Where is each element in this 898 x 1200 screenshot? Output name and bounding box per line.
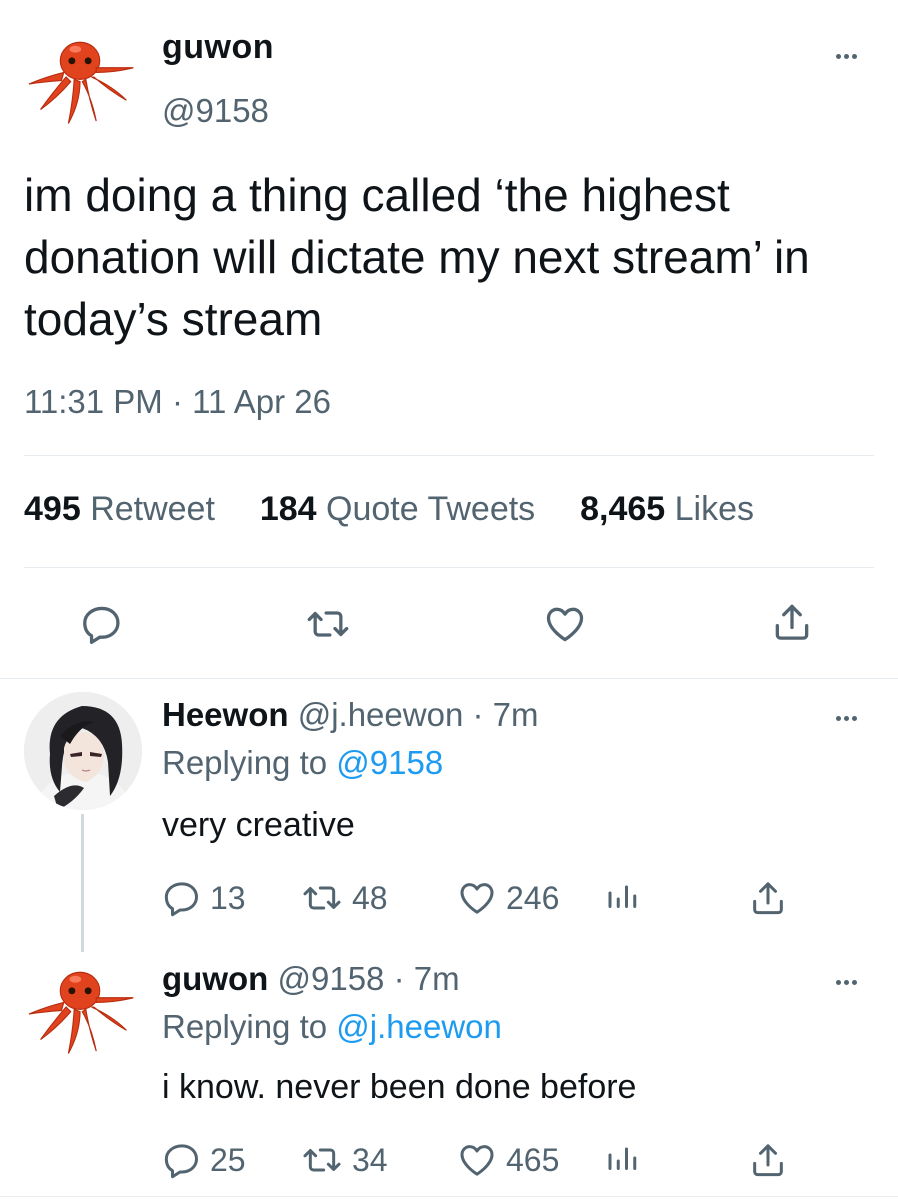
reply-display-name[interactable]: Heewon xyxy=(162,696,289,733)
reply-actions: 25 34 465 xyxy=(162,1140,802,1180)
reply-display-name[interactable]: guwon xyxy=(162,960,268,997)
heart-icon xyxy=(456,878,498,918)
share-button[interactable] xyxy=(748,1140,788,1180)
reply-icon[interactable] xyxy=(80,602,124,646)
divider xyxy=(24,455,874,456)
replying-prefix: Replying to xyxy=(162,744,328,781)
reply-time[interactable]: · 7m xyxy=(472,696,538,733)
likes-label: Likes xyxy=(674,490,755,528)
main-tweet-timestamp[interactable]: 11:31 PM · 11 Apr 26 xyxy=(24,383,331,421)
reply-text: very creative xyxy=(162,806,355,844)
more-icon[interactable] xyxy=(836,716,857,721)
analytics-button[interactable] xyxy=(604,878,640,914)
anime-avatar-icon xyxy=(24,692,142,810)
retweets-count: 495 xyxy=(24,490,81,528)
like-count: 246 xyxy=(506,879,560,916)
analytics-icon xyxy=(604,1140,640,1176)
divider xyxy=(24,567,874,568)
replying-to-link[interactable]: @j.heewon xyxy=(336,1008,502,1045)
like-button[interactable]: 465 xyxy=(456,1140,559,1180)
likes-count: 8,465 xyxy=(580,490,666,528)
likes-stat[interactable]: 8,465 Likes xyxy=(580,490,754,528)
reply-header: guwon @9158 · 7m xyxy=(162,960,460,998)
retweet-button[interactable]: 48 xyxy=(300,878,388,918)
more-icon[interactable] xyxy=(836,980,857,985)
reply-avatar[interactable] xyxy=(22,956,138,1072)
divider xyxy=(0,1196,898,1197)
retweet-count: 34 xyxy=(352,1141,388,1178)
divider xyxy=(0,678,898,679)
retweets-label: Retweet xyxy=(90,490,215,528)
reply-time[interactable]: · 7m xyxy=(394,960,460,997)
octopus-icon xyxy=(22,26,138,142)
reply-handle[interactable]: @j.heewon xyxy=(298,696,464,733)
thread-line xyxy=(81,814,84,952)
reply-avatar[interactable] xyxy=(24,692,142,810)
reply-count: 25 xyxy=(210,1141,246,1178)
share-icon xyxy=(748,1140,788,1180)
share-icon xyxy=(748,878,788,918)
analytics-button[interactable] xyxy=(604,1140,640,1176)
quotes-label: Quote Tweets xyxy=(326,490,536,528)
reply-text: i know. never been done before xyxy=(162,1068,637,1106)
main-tweet-display-name[interactable]: guwon xyxy=(162,28,274,67)
reply-actions: 13 48 246 xyxy=(162,878,802,918)
reply-button[interactable]: 25 xyxy=(162,1140,246,1180)
heart-icon[interactable] xyxy=(542,602,588,646)
replying-to-link[interactable]: @9158 xyxy=(336,744,443,781)
share-icon[interactable] xyxy=(770,600,814,644)
reply-icon xyxy=(162,1140,202,1180)
retweet-icon[interactable] xyxy=(302,602,354,646)
replying-to: Replying to @j.heewon xyxy=(162,1008,502,1046)
reply-button[interactable]: 13 xyxy=(162,878,246,918)
octopus-icon xyxy=(22,956,138,1072)
replying-prefix: Replying to xyxy=(162,1008,328,1045)
more-icon[interactable] xyxy=(836,54,857,59)
quote-tweets-stat[interactable]: 184 Quote Tweets xyxy=(260,490,545,528)
main-tweet-text: im doing a thing called ‘the highest don… xyxy=(24,169,810,345)
reply-count: 13 xyxy=(210,879,246,916)
replying-to: Replying to @9158 xyxy=(162,744,443,782)
retweet-count: 48 xyxy=(352,879,388,916)
like-count: 465 xyxy=(506,1141,560,1178)
heart-icon xyxy=(456,1140,498,1180)
main-tweet-avatar[interactable] xyxy=(22,26,138,142)
retweets-stat[interactable]: 495 Retweet xyxy=(24,490,224,528)
main-tweet-stats: 495 Retweet 184 Quote Tweets 8,465 Likes xyxy=(24,490,754,529)
share-button[interactable] xyxy=(748,878,788,918)
reply-header: Heewon @j.heewon · 7m xyxy=(162,696,538,734)
retweet-icon xyxy=(300,1140,344,1180)
retweet-icon xyxy=(300,878,344,918)
like-button[interactable]: 246 xyxy=(456,878,559,918)
retweet-button[interactable]: 34 xyxy=(300,1140,388,1180)
main-tweet-handle[interactable]: @9158 xyxy=(162,92,269,130)
analytics-icon xyxy=(604,878,640,914)
reply-handle[interactable]: @9158 xyxy=(277,960,384,997)
reply-icon xyxy=(162,878,202,918)
quotes-count: 184 xyxy=(259,490,317,528)
